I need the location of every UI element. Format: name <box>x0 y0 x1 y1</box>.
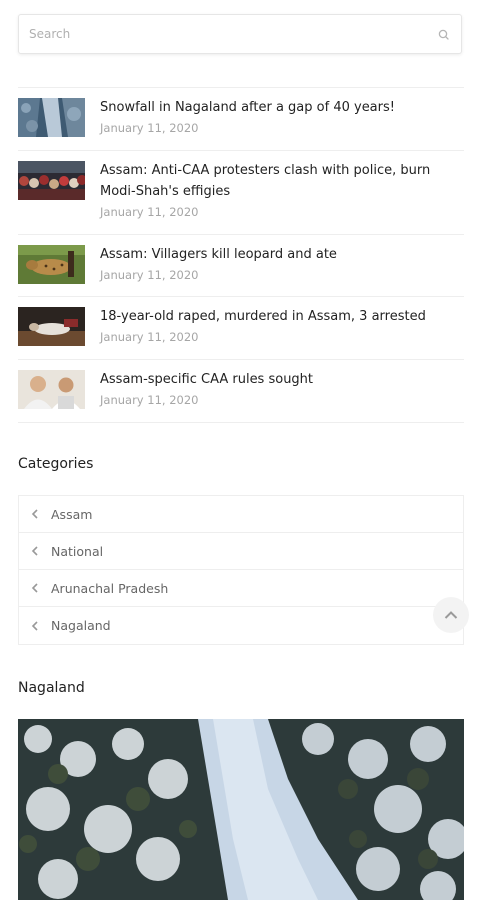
categories-list: Assam National Arunachal Pradesh Nagalan… <box>18 495 464 645</box>
chevron-left-icon <box>31 509 38 519</box>
categories-heading: Categories <box>18 456 94 472</box>
post-title[interactable]: Snowfall in Nagaland after a gap of 40 y… <box>100 97 464 118</box>
post-thumbnail-politicians[interactable] <box>18 370 85 409</box>
post-thumbnail-leopard[interactable] <box>18 245 85 284</box>
post-item[interactable]: Assam: Anti-CAA protesters clash with po… <box>18 151 464 235</box>
category-item-national[interactable]: National <box>19 533 463 570</box>
chevron-left-icon <box>31 546 38 556</box>
post-title[interactable]: Assam: Anti-CAA protesters clash with po… <box>100 160 464 202</box>
chevron-left-icon <box>31 620 38 631</box>
post-date: January 11, 2020 <box>100 393 199 407</box>
nagaland-heading: Nagaland <box>18 680 85 696</box>
search-input[interactable] <box>29 15 429 53</box>
post-date: January 11, 2020 <box>100 205 199 219</box>
post-title[interactable]: Assam-specific CAA rules sought <box>100 369 464 390</box>
post-date: January 11, 2020 <box>100 330 199 344</box>
nagaland-featured-image[interactable] <box>18 719 464 900</box>
category-label[interactable]: Nagaland <box>51 618 111 633</box>
chevron-up-icon <box>444 611 458 619</box>
scroll-to-top-button[interactable] <box>433 597 469 633</box>
post-item[interactable]: 18-year-old raped, murdered in Assam, 3 … <box>18 297 464 360</box>
post-date: January 11, 2020 <box>100 268 199 282</box>
category-item-assam[interactable]: Assam <box>19 496 463 533</box>
post-item[interactable]: Snowfall in Nagaland after a gap of 40 y… <box>18 88 464 151</box>
category-label[interactable]: Arunachal Pradesh <box>51 581 168 596</box>
post-title[interactable]: Assam: Villagers kill leopard and ate <box>100 244 464 265</box>
category-item-arunachal-pradesh[interactable]: Arunachal Pradesh <box>19 570 463 607</box>
category-item-nagaland[interactable]: Nagaland <box>19 607 463 644</box>
post-thumbnail-crowd[interactable] <box>18 161 85 200</box>
post-date: January 11, 2020 <box>100 121 199 135</box>
search-icon[interactable] <box>437 28 451 42</box>
post-thumbnail-snow[interactable] <box>18 98 85 137</box>
recent-posts-list: Snowfall in Nagaland after a gap of 40 y… <box>18 87 464 423</box>
post-item[interactable]: Assam-specific CAA rules sought January … <box>18 360 464 423</box>
chevron-left-icon <box>31 583 38 593</box>
category-label[interactable]: National <box>51 544 103 559</box>
category-label[interactable]: Assam <box>51 507 92 522</box>
post-thumbnail-crime[interactable] <box>18 307 85 346</box>
search-box[interactable] <box>18 14 462 54</box>
post-title[interactable]: 18-year-old raped, murdered in Assam, 3 … <box>100 306 464 327</box>
post-item[interactable]: Assam: Villagers kill leopard and ate Ja… <box>18 235 464 297</box>
